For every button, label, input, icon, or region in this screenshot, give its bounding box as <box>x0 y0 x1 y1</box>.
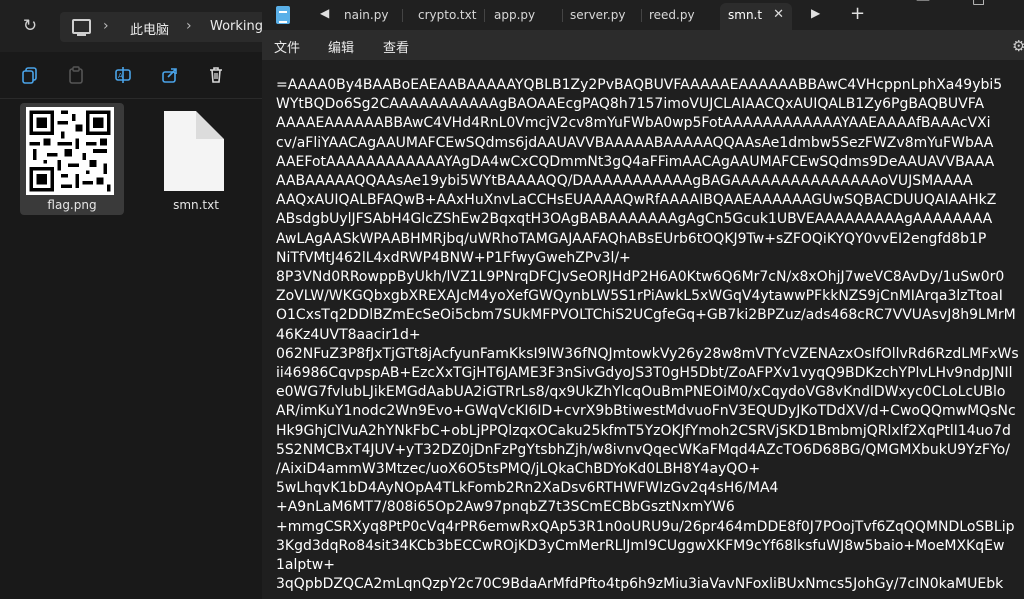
menu-file[interactable]: 文件 <box>274 37 300 56</box>
tab-label: crypto.txt <box>418 8 477 22</box>
notepad-window: ◀ nain.py crypto.txt app.py server.py re… <box>262 0 1024 599</box>
explorer-command-bar: A <box>0 52 262 99</box>
rename-icon[interactable]: A <box>113 65 133 85</box>
tab-reed-py[interactable]: reed.py <box>645 3 715 30</box>
menu-edit[interactable]: 编辑 <box>328 37 354 56</box>
text-editor-area[interactable]: =AAAA0By4BAABoEAEAABAAAAAYQBLB1Zy2PvBAQB… <box>262 60 1024 599</box>
file-item-flag-png[interactable]: flag.png <box>20 103 124 215</box>
delete-icon[interactable] <box>206 65 226 85</box>
tab-divider <box>641 9 642 22</box>
maximize-icon[interactable]: □ <box>972 0 985 7</box>
chevron-right-icon: › <box>103 18 109 34</box>
qr-code-thumbnail <box>26 107 114 195</box>
tab-label: app.py <box>494 8 536 22</box>
minimize-icon[interactable]: — <box>916 0 930 8</box>
copy-icon[interactable] <box>20 65 40 85</box>
scroll-tabs-left-icon[interactable]: ◀ <box>320 6 329 20</box>
tab-strip: ◀ nain.py crypto.txt app.py server.py re… <box>262 0 1024 30</box>
breadcrumb-folder[interactable]: Working <box>210 19 263 34</box>
tab-label: server.py <box>570 8 626 22</box>
notepad-app-icon <box>276 6 290 24</box>
tab-label: smn.t <box>728 8 763 22</box>
tab-divider <box>484 9 485 22</box>
address-bar[interactable]: › 此电脑 › Working <box>60 12 263 42</box>
explorer-file-area: flag.png smn.txt <box>0 99 262 599</box>
explorer-address-bar-area: ↻ › 此电脑 › Working <box>0 0 263 52</box>
menu-bar: 文件 编辑 查看 ⚙ <box>262 30 1024 60</box>
tab-nain-py[interactable]: nain.py <box>340 3 398 30</box>
text-file-icon <box>164 111 224 191</box>
tab-label: nain.py <box>344 8 389 22</box>
breadcrumb-this-pc[interactable]: 此电脑 <box>130 19 169 38</box>
menu-view[interactable]: 查看 <box>383 37 409 56</box>
file-item-smn-txt[interactable]: smn.txt <box>144 103 248 215</box>
tab-divider <box>562 9 563 22</box>
scroll-tabs-right-icon[interactable]: ▶ <box>811 6 820 20</box>
tab-smn-txt[interactable]: smn.t ✕ <box>720 3 792 30</box>
refresh-icon[interactable]: ↻ <box>20 16 40 36</box>
svg-text:A: A <box>118 72 123 80</box>
tab-label: reed.py <box>649 8 695 22</box>
tab-crypto-txt[interactable]: crypto.txt <box>412 3 482 30</box>
tab-server-py[interactable]: server.py <box>566 3 638 30</box>
close-tab-icon[interactable]: ✕ <box>773 3 784 27</box>
tab-divider <box>402 9 403 22</box>
share-icon[interactable] <box>160 65 180 85</box>
file-explorer-window: ↻ › 此电脑 › Working A flag.png smn.txt <box>0 0 263 599</box>
paste-icon[interactable] <box>66 65 86 85</box>
new-tab-icon[interactable]: + <box>850 3 865 24</box>
this-pc-icon <box>72 19 91 36</box>
editor-content[interactable]: =AAAA0By4BAABoEAEAABAAAAAYQBLB1Zy2PvBAQB… <box>276 76 1021 594</box>
file-name-label: smn.txt <box>173 198 219 212</box>
tab-app-py[interactable]: app.py <box>490 3 560 30</box>
file-name-label: flag.png <box>47 198 97 212</box>
chevron-right-icon: › <box>186 18 192 34</box>
gear-icon[interactable]: ⚙ <box>1012 37 1024 55</box>
